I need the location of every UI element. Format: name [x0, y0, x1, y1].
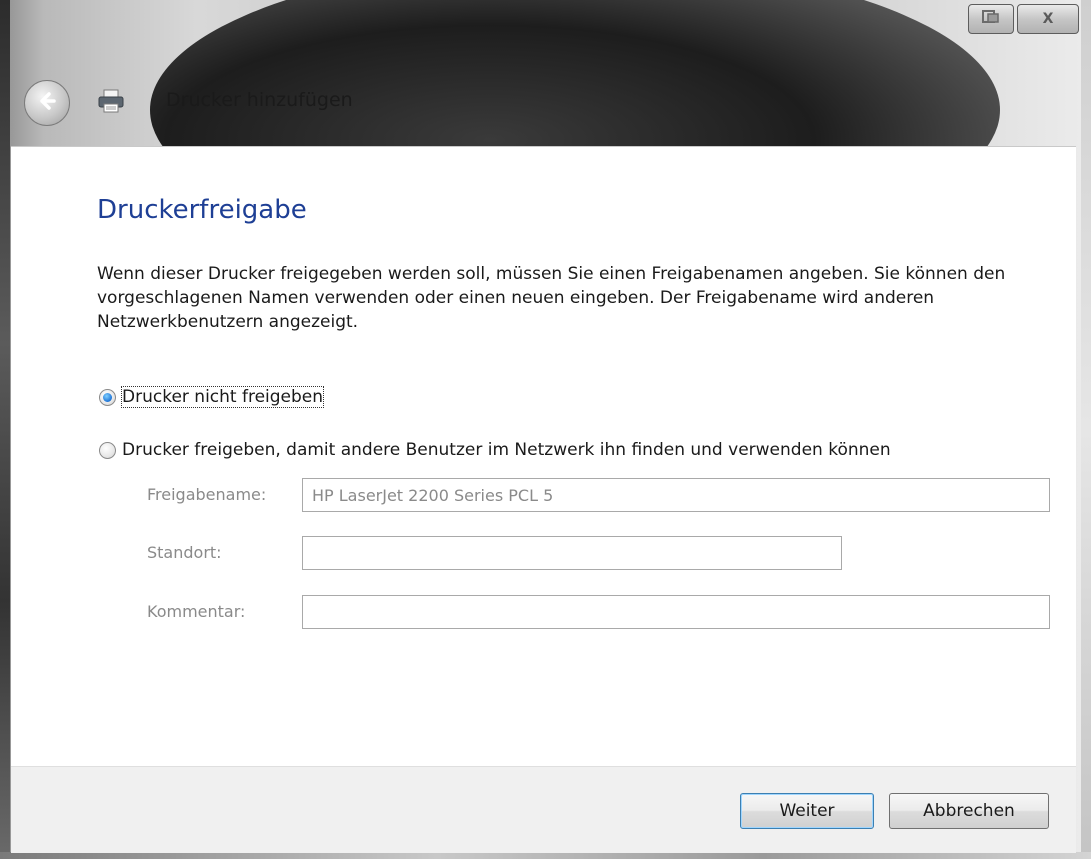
back-arrow-icon	[35, 89, 59, 117]
window-frame-right	[1081, 0, 1091, 859]
restore-button[interactable]	[968, 4, 1014, 34]
radio-button-unchecked[interactable]	[99, 441, 116, 459]
window-title: Drucker hinzufügen	[166, 89, 353, 111]
location-label: Standort:	[147, 543, 222, 562]
restore-icon	[982, 10, 1000, 28]
wizard-content: Druckerfreigabe Wenn dieser Drucker frei…	[11, 146, 1076, 766]
page-title: Druckerfreigabe	[97, 195, 307, 225]
share-name-label: Freigabename:	[147, 485, 267, 504]
back-button[interactable]	[24, 80, 70, 126]
radio-label-share: Drucker freigeben, damit andere Benutzer…	[122, 440, 891, 460]
comment-label: Kommentar:	[147, 602, 246, 621]
wizard-footer: Weiter Abbrechen	[11, 766, 1076, 853]
window-frame-left	[0, 0, 10, 859]
radio-option-share[interactable]: Drucker freigeben, damit andere Benutzer…	[99, 440, 891, 460]
cancel-button[interactable]: Abbrechen	[889, 793, 1049, 829]
radio-label-no-share: Drucker nicht freigeben	[120, 386, 325, 408]
window-controls: X	[968, 4, 1079, 34]
close-button[interactable]: X	[1017, 4, 1079, 34]
share-name-input[interactable]	[302, 478, 1050, 512]
next-button[interactable]: Weiter	[740, 793, 874, 829]
window-frame-bottom	[0, 852, 1091, 859]
printer-icon	[96, 88, 126, 114]
comment-input[interactable]	[302, 595, 1050, 629]
close-icon: X	[1042, 11, 1054, 27]
page-description: Wenn dieser Drucker freigegeben werden s…	[97, 264, 1006, 332]
wizard-window: X Drucker hinzufügen Druckerfreigabe Wen…	[0, 0, 1091, 859]
location-input[interactable]	[302, 536, 842, 570]
radio-button-checked[interactable]	[99, 388, 116, 406]
radio-option-no-share[interactable]: Drucker nicht freigeben	[99, 386, 325, 408]
